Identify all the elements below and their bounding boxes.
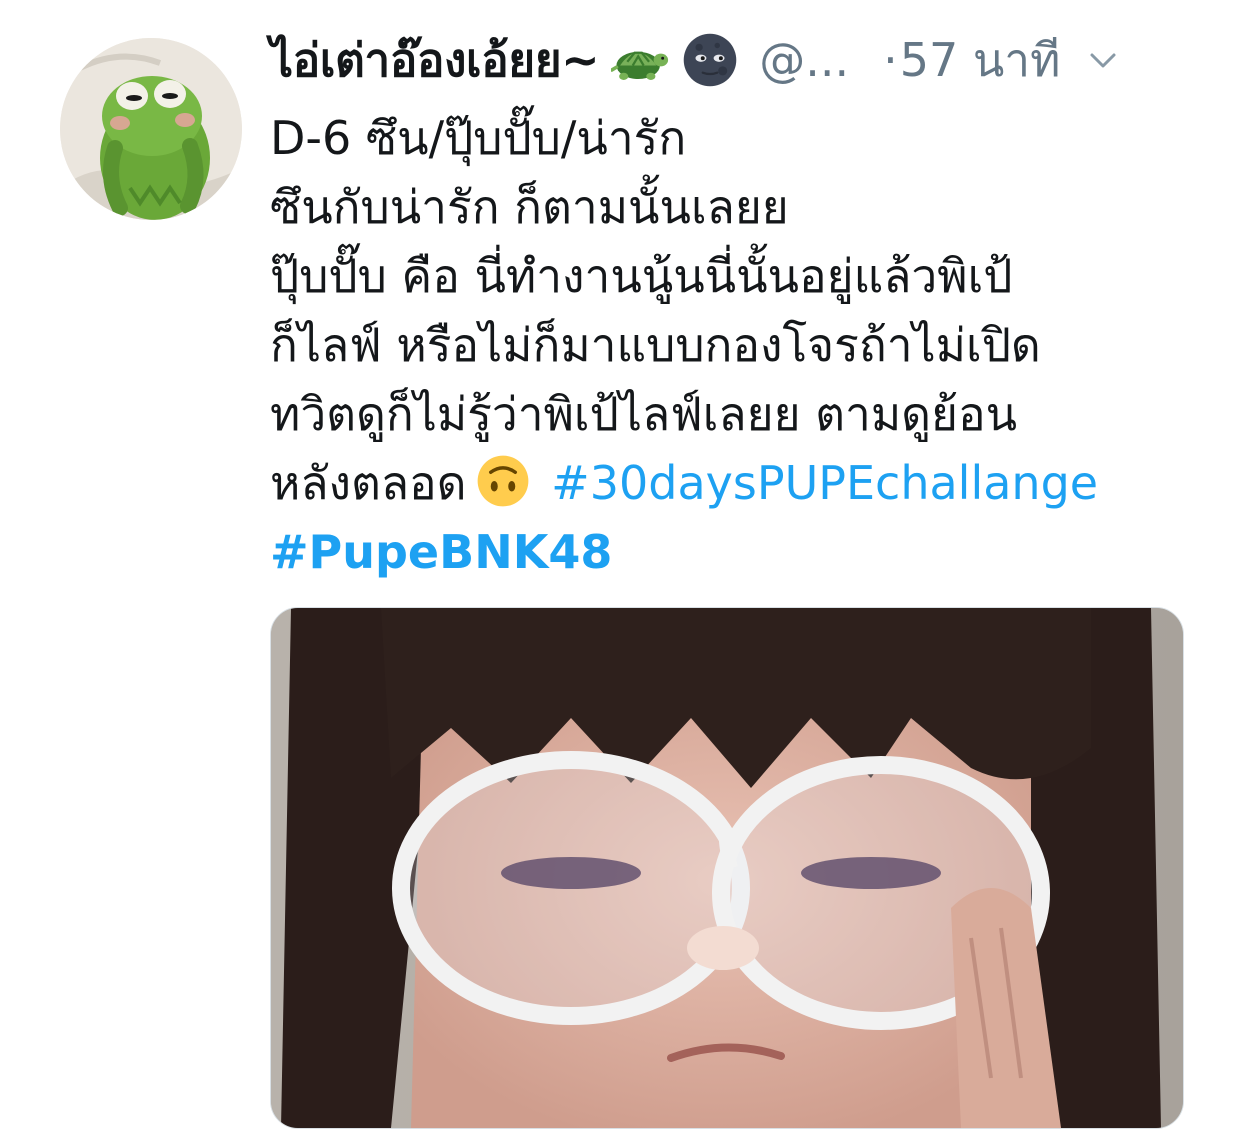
tweet-text: D-6 ซึน/ปุ๊บปั๊บ/น่ารัก ซึนกับน่ารัก ก็ต… — [270, 104, 1190, 587]
hashtag-link[interactable]: #30daysPUPEchallange — [551, 456, 1098, 510]
user-handle[interactable]: @... — [759, 33, 849, 87]
hashtag-link[interactable]: #PupeBNK48 — [270, 518, 1190, 587]
chevron-down-icon[interactable] — [1086, 43, 1120, 77]
separator-dot: · — [883, 33, 898, 87]
tweet-line: ซึนกับน่ารัก ก็ตามนั้นเลยย — [270, 180, 789, 234]
tweet-line-with-hashtag: หลังตลอด #30daysPUPEchallange — [270, 449, 1190, 518]
upside-down-face-emoji-icon — [475, 453, 531, 509]
display-name[interactable]: ไอ่เต่าอ๊องเอ้ยย~ — [270, 24, 600, 97]
avatar[interactable] — [60, 38, 242, 220]
kermit-avatar-icon — [60, 38, 242, 220]
tweet-media-photo[interactable] — [270, 607, 1184, 1129]
photo-image — [271, 608, 1183, 1128]
tweet[interactable]: ไอ่เต่าอ๊องเอ้ยย~ @... · 57 นาที D-6 ซึน… — [0, 0, 1242, 1129]
timestamp[interactable]: 57 นาที — [900, 24, 1061, 97]
new-moon-face-emoji-icon — [681, 31, 739, 89]
tweet-line: ปุ๊บปั๊บ คือ นี่ทำงานนู้นนี่นั้นอยู่แล้ว… — [270, 249, 1013, 303]
turtle-emoji-icon — [611, 31, 669, 89]
tweet-line: หลังตลอด — [270, 456, 467, 510]
tweet-line: ทวิตดูก็ไม่รู้ว่าพิเป้ไลฟ์เลยย ตามดูย้อน — [270, 387, 1018, 441]
tweet-header: ไอ่เต่าอ๊องเอ้ยย~ @... · 57 นาที — [270, 24, 1200, 96]
tweet-line: ก็ไลฟ์ หรือไม่ก็มาแบบกองโจรถ้าไม่เปิด — [270, 318, 1041, 372]
tweet-line: D-6 ซึน/ปุ๊บปั๊บ/น่ารัก — [270, 111, 687, 165]
